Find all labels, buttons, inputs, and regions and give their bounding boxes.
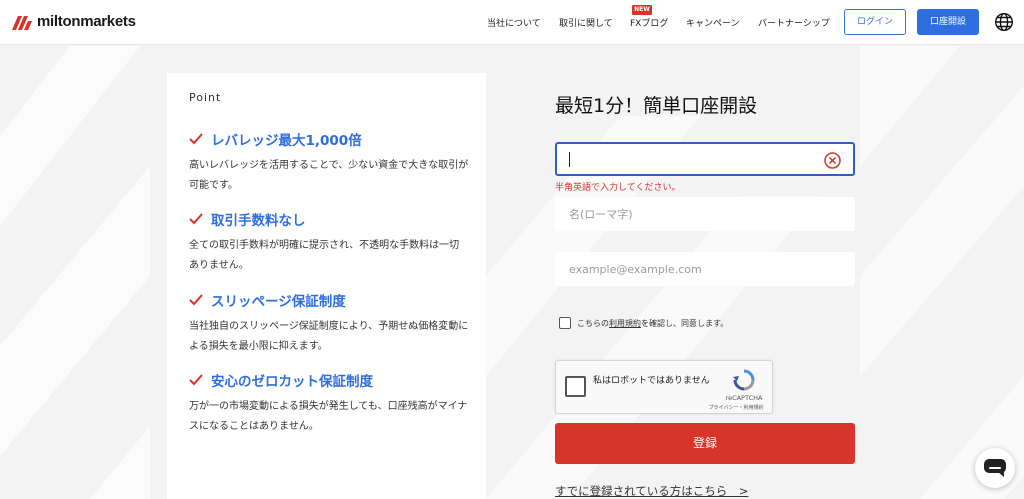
recaptcha-label: 私はロボットではありません <box>593 376 710 386</box>
feature-title: 取引手数料なし <box>211 213 306 229</box>
feature-title: 安心のゼロカット保証制度 <box>211 374 373 390</box>
terms-link[interactable]: 利用規約 <box>609 319 641 328</box>
recaptcha-widget: 私はロボットではありません reCAPTCHA プライバシー・利用規約 <box>555 360 773 414</box>
login-button[interactable]: ログイン <box>844 9 906 35</box>
firstname-input[interactable] <box>555 197 855 231</box>
check-icon <box>189 133 203 145</box>
open-account-button[interactable]: 口座開設 <box>917 9 979 35</box>
chat-bubble-icon <box>984 459 1006 477</box>
email-field[interactable] <box>555 252 855 286</box>
terms-agreement: こちらの利用規約を確認し、同意します。 <box>559 317 728 329</box>
email-input[interactable] <box>555 252 855 286</box>
error-message: 半角英語で入力してください。 <box>555 183 681 193</box>
recaptcha-brand: reCAPTCHA <box>725 394 763 402</box>
firstname-field[interactable] <box>555 197 855 231</box>
recaptcha-checkbox[interactable] <box>565 376 586 397</box>
already-registered-link[interactable]: すでに登録されている方はこちら > <box>555 483 748 499</box>
terms-prefix: こちらの <box>577 318 609 328</box>
feature-item: 取引手数料なし 全ての取引手数料が明確に提示され、不透明な手数料は一切ありません… <box>189 209 469 276</box>
feature-title: レバレッジ最大1,000倍 <box>211 133 362 149</box>
check-icon <box>189 374 203 386</box>
check-icon <box>189 213 203 225</box>
nav-trading[interactable]: 取引に関して <box>559 16 613 29</box>
feature-description: 当社独自のスリッページ保証制度により、予期せぬ価格変動による損失を最小限に抑えま… <box>189 321 469 352</box>
register-button[interactable]: 登録 <box>555 423 855 464</box>
nav-campaign[interactable]: キャンペーン <box>686 16 740 29</box>
recaptcha-links[interactable]: プライバシー・利用規約 <box>698 404 774 411</box>
terms-checkbox[interactable] <box>559 317 571 329</box>
feature-item: スリッページ保証制度 当社独自のスリッページ保証制度により、予期せぬ価格変動によ… <box>189 290 469 357</box>
feature-title: スリッページ保証制度 <box>211 294 346 310</box>
terms-suffix: を確認し、同意します。 <box>641 318 729 328</box>
nav-fx-blog[interactable]: FXブログ <box>630 16 668 29</box>
logo-mark-icon <box>12 14 32 30</box>
clear-error-icon[interactable] <box>824 152 841 169</box>
form-title: 最短1分！簡単口座開設 <box>555 95 758 117</box>
site-header: miltonmarkets 当社について 取引に関して NEW FXブログ キャ… <box>0 0 1024 45</box>
points-panel: Point レバレッジ最大1,000倍 高いレバレッジを活用することで、少ない資… <box>167 73 486 499</box>
background-pattern <box>0 46 1024 499</box>
check-icon <box>189 294 203 306</box>
feature-item: レバレッジ最大1,000倍 高いレバレッジを活用することで、少ない資金で大きな取… <box>189 129 469 196</box>
nav-partnership[interactable]: パートナーシップ <box>758 16 830 29</box>
new-badge: NEW <box>632 5 652 15</box>
brand-logo[interactable]: miltonmarkets <box>12 13 136 30</box>
globe-icon[interactable] <box>994 12 1014 32</box>
points-title: Point <box>189 91 222 104</box>
feature-description: 全ての取引手数料が明確に提示され、不透明な手数料は一切ありません。 <box>189 240 460 271</box>
recaptcha-logo-icon <box>732 368 756 392</box>
lastname-input[interactable] <box>555 142 855 176</box>
nav-about[interactable]: 当社について <box>487 16 541 29</box>
feature-description: 万が一の市場変動による損失が発生しても、口座残高がマイナスになることはありません… <box>189 401 468 432</box>
chat-button[interactable] <box>975 448 1015 488</box>
logo-text: miltonmarkets <box>37 13 136 30</box>
feature-description: 高いレバレッジを活用することで、少ない資金で大きな取引が可能です。 <box>189 160 469 191</box>
text-caret <box>569 152 570 167</box>
feature-item: 安心のゼロカット保証制度 万が一の市場変動による損失が発生しても、口座残高がマイ… <box>189 370 469 437</box>
